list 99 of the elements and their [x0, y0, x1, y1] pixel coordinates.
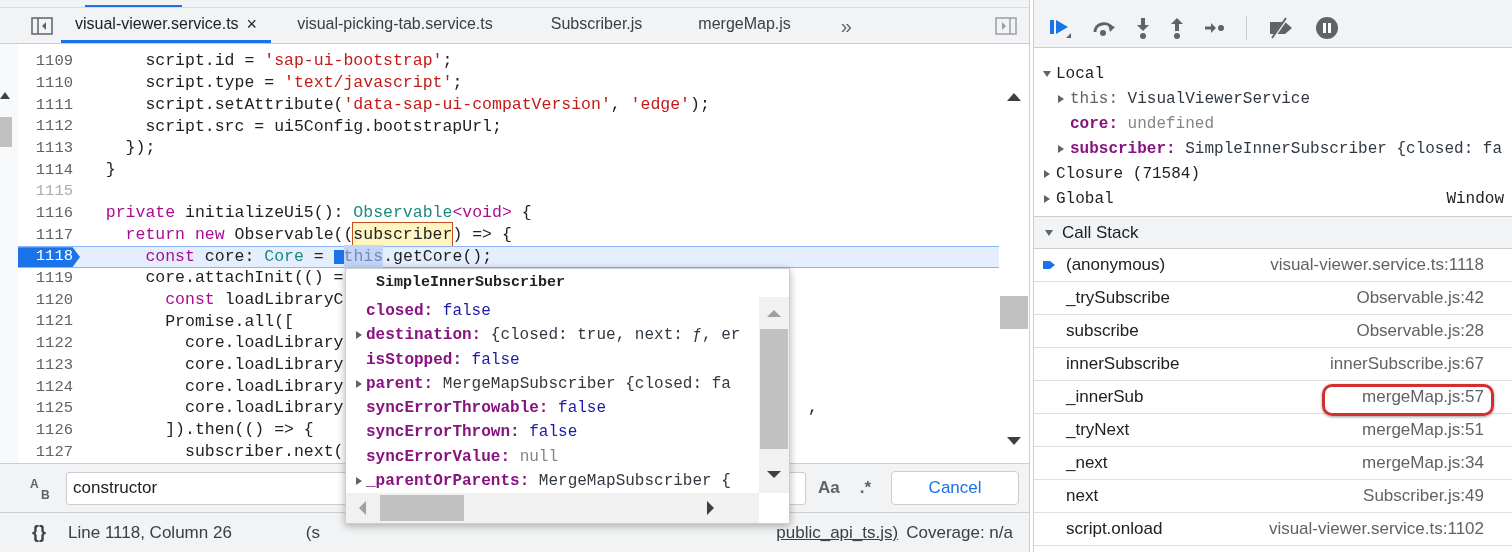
call-frame[interactable]: innerSubscribe innerSubscribe.js:67 — [1034, 348, 1512, 381]
call-stack-header[interactable]: Call Stack — [1034, 217, 1512, 249]
source-map-text: (s — [305, 521, 320, 544]
scroll-right-icon[interactable] — [707, 501, 715, 515]
call-frame[interactable]: _trySubscribe Observable.js:42 — [1034, 282, 1512, 315]
code-line: } — [104, 158, 116, 181]
code-line: subscriber.next( — [184, 440, 344, 463]
expand-arrow-icon[interactable] — [354, 330, 364, 341]
close-tab-button[interactable]: × — [246, 10, 258, 38]
code-line: const loadLibraryC — [164, 289, 344, 312]
step-icon[interactable] — [1204, 21, 1226, 34]
collapse-arrow-icon[interactable] — [1042, 68, 1052, 79]
expand-arrow-icon[interactable] — [1056, 93, 1066, 104]
step-into-icon[interactable] — [1136, 16, 1150, 39]
line-number[interactable]: 1120 — [18, 289, 80, 312]
expand-arrow-icon[interactable] — [1056, 143, 1066, 154]
popup-title: SimpleInnerSubscriber — [375, 272, 567, 293]
code-line: core.loadLibrary — [184, 332, 344, 355]
scope-label[interactable]: Local — [1056, 61, 1104, 86]
call-frame[interactable]: _tryNext mergeMap.js:51 — [1034, 414, 1512, 447]
scrollbar-thumb[interactable] — [0, 117, 12, 147]
line-number[interactable]: 1127 — [18, 441, 80, 463]
file-tab[interactable]: visual-picking-tab.service.ts — [283, 8, 507, 43]
call-frame[interactable]: subscribe Observable.js:28 — [1034, 315, 1512, 348]
file-tab[interactable]: Subscriber.js — [536, 8, 657, 43]
line-number[interactable]: 1109 — [18, 51, 80, 73]
scope-value: Window — [1446, 188, 1504, 210]
regex-button[interactable]: .* — [859, 475, 872, 501]
more-tabs-button[interactable]: » — [840, 10, 852, 41]
collapse-arrow-icon[interactable] — [1044, 227, 1054, 238]
code-line: , — [808, 397, 818, 420]
line-number[interactable]: 1114 — [18, 159, 80, 182]
expand-arrow-icon[interactable] — [354, 378, 364, 389]
cursor-position-text: Line 1118, Column 26 — [68, 521, 232, 544]
line-number[interactable]: 1113 — [18, 137, 80, 160]
scroll-down-icon[interactable] — [767, 471, 781, 479]
scrollbar-thumb[interactable] — [1000, 296, 1028, 329]
call-frame[interactable]: _innerSub mergeMap.js:57 — [1034, 381, 1512, 414]
call-frame[interactable]: (anonymous) visual-viewer.service.ts:1118 — [1034, 249, 1512, 282]
pretty-print-button[interactable]: {} — [32, 519, 46, 546]
property-row[interactable]: destination: {closed: true, next: ƒ, er — [366, 323, 741, 348]
file-tab[interactable]: mergeMap.js — [684, 8, 805, 43]
code-line: }); — [124, 137, 156, 160]
scroll-down-icon[interactable] — [1007, 437, 1021, 446]
line-number[interactable]: 1126 — [18, 419, 80, 442]
scope-variable: core: undefined — [1070, 113, 1215, 135]
cancel-button[interactable]: Cancel — [891, 471, 1020, 505]
match-case-button[interactable]: Aa — [818, 475, 840, 501]
scope-label[interactable]: Closure (71584) — [1056, 161, 1201, 186]
code-line: core.loadLibrary — [184, 375, 344, 398]
code-line: private initializeUi5(): Observable<void> { — [104, 202, 532, 225]
line-number[interactable]: 1118 — [18, 247, 80, 267]
property-row[interactable]: _parentOrParents: MergeMapSubscriber { — [366, 468, 731, 493]
step-out-icon[interactable] — [1170, 16, 1184, 39]
scroll-up-icon[interactable] — [1007, 92, 1021, 101]
scrollbar-thumb[interactable] — [760, 329, 788, 449]
source-map-link[interactable]: public_api_ts.js) — [776, 519, 899, 546]
code-line: core.attachInit(() = — [144, 267, 344, 290]
scroll-up-icon[interactable] — [0, 91, 10, 99]
call-frame[interactable]: _next mergeMap.js:34 — [1034, 447, 1512, 480]
property-row-text: syncErrorThrowable: false — [366, 398, 607, 420]
call-frame[interactable]: script.onload visual-viewer.service.ts:1102 — [1034, 513, 1512, 546]
call-frame[interactable]: next Subscriber.js:49 — [1034, 480, 1512, 513]
scope-label[interactable]: Global — [1056, 186, 1114, 211]
property-row-text: isStopped: false — [366, 349, 520, 371]
code-line: script.setAttribute('data-sap-ui-compatVersion', 'edge'); — [144, 93, 710, 116]
property-row-text: syncErrorValue: null — [366, 446, 559, 468]
replace-toggle-button[interactable]: A B — [30, 475, 54, 501]
line-number[interactable]: 1116 — [18, 202, 80, 225]
scope-variable[interactable]: this: VisualViewerService — [1070, 86, 1311, 111]
file-tab[interactable]: visual-viewer.service.ts × — [61, 8, 272, 43]
code-line: ]).then(() => { — [164, 419, 314, 442]
line-number[interactable]: 1110 — [18, 72, 80, 95]
pause-on-exceptions-icon[interactable] — [1315, 15, 1339, 40]
code-line: script.src = ui5Config.bootstrapUrl; — [144, 115, 502, 138]
line-number[interactable]: 1122 — [18, 332, 80, 355]
line-number[interactable]: 1121 — [18, 311, 80, 333]
code-line: core.loadLibrary — [184, 397, 344, 420]
code-line: script.type = 'text/javascript'; — [144, 72, 463, 95]
code-line: script.id = 'sap-ui-bootstrap'; — [144, 50, 453, 73]
scope-variable[interactable]: subscriber: SimpleInnerSubscriber {closed: fa — [1070, 136, 1503, 161]
expand-arrow-icon[interactable] — [1042, 168, 1052, 179]
property-row-text: syncErrorThrown: false — [366, 422, 578, 444]
line-number[interactable]: 1112 — [18, 116, 80, 138]
line-number[interactable]: 1111 — [18, 94, 80, 117]
property-row[interactable]: parent: MergeMapSubscriber {closed: fa — [366, 371, 731, 396]
scrollbar-thumb[interactable] — [380, 495, 464, 521]
line-number[interactable]: 1119 — [18, 267, 80, 290]
line-number[interactable]: 1117 — [18, 224, 80, 247]
line-number[interactable]: 1123 — [18, 354, 80, 377]
show-navigator-icon[interactable] — [31, 16, 53, 35]
line-number[interactable]: 1124 — [18, 376, 80, 398]
expand-arrow-icon[interactable] — [1042, 193, 1052, 204]
coverage-text: Coverage: n/a — [906, 521, 1013, 544]
expand-arrow-icon[interactable] — [354, 475, 364, 486]
property-row-text: closed: false — [366, 301, 491, 323]
code-line: Promise.all([ — [164, 310, 294, 333]
code-line: core.loadLibrary — [184, 354, 344, 377]
line-number[interactable]: 1125 — [18, 398, 80, 420]
